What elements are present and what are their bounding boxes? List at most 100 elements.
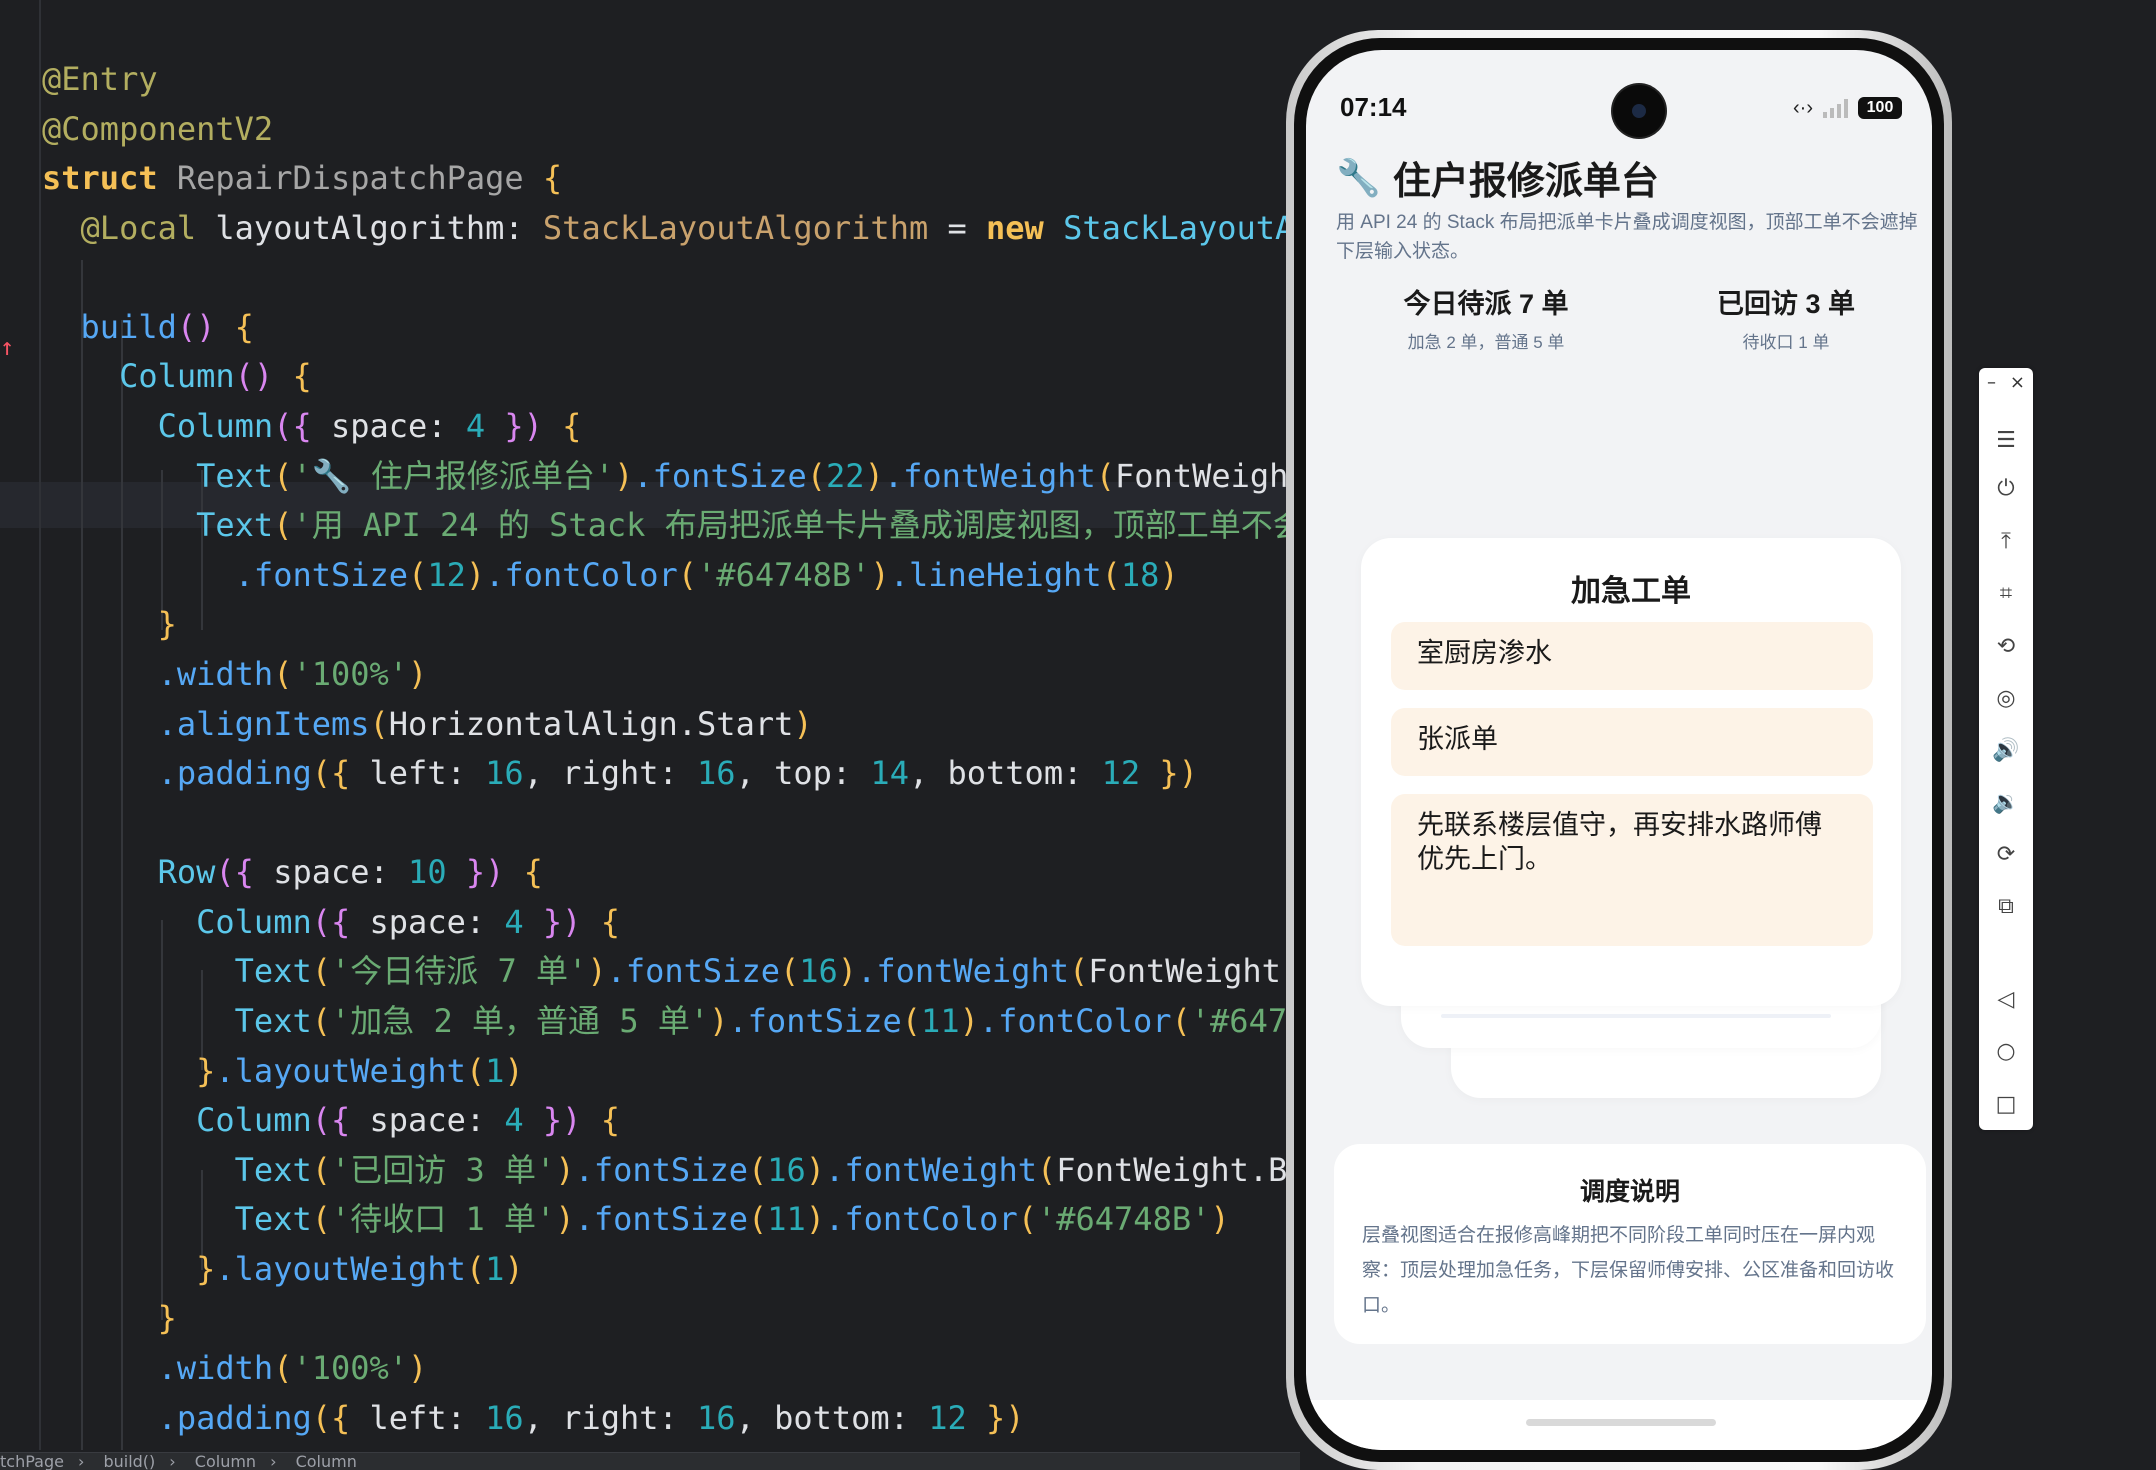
code-line[interactable]: } — [42, 600, 177, 650]
code-line[interactable]: build() { — [42, 303, 254, 353]
code-token: , right: — [523, 1399, 698, 1437]
phone-screen[interactable]: 07:14 ‹·› 100 🔧 住户报修派单台 用 API 24 的 Stack… — [1306, 50, 1932, 1450]
code-token: @ComponentV2 — [42, 110, 274, 148]
status-icons: ‹·› 100 — [1793, 96, 1902, 120]
code-token: } — [196, 1052, 216, 1090]
home-indicator[interactable] — [1526, 1419, 1716, 1426]
code-token: }) — [542, 903, 582, 941]
code-line[interactable]: .width('100%') — [42, 1344, 428, 1394]
code-token: ({ — [273, 407, 312, 445]
code-line[interactable]: Text('用 API 24 的 Stack 布局把派单卡片叠成调度视图，顶部工… — [42, 501, 1300, 551]
rotate-icon[interactable]: ⟲ — [1979, 626, 2033, 666]
code-token: .fontWeight — [825, 1151, 1037, 1189]
code-line[interactable]: }.layoutWeight(1) — [42, 1245, 524, 1295]
breadcrumb-item[interactable]: build() — [103, 1453, 155, 1470]
code-editor[interactable]: ↑ } @Entry @ComponentV2 struct RepairDispat… — [0, 0, 1300, 1470]
code-line[interactable]: Text('待收口 1 单').fontSize(11).fontColor('… — [42, 1195, 1230, 1245]
status-time: 07:14 — [1340, 92, 1407, 122]
code-token: '今日待派 7 单' — [330, 952, 588, 990]
code-token: FontWeight.Bold — [1088, 952, 1300, 990]
volume-down-icon[interactable]: 🔉 — [1979, 782, 2033, 822]
code-line[interactable]: Text('今日待派 7 单').fontSize(16).fontWeight… — [42, 947, 1300, 997]
emulator-toolbar: – × ☰ ⏻ ⤒ ⌗ ⟲ ◎ 🔊 🔉 ⟳ ⧉ ◁ ○ □ — [1979, 368, 2033, 1130]
code-line[interactable]: Column({ space: 4 }) { — [42, 402, 582, 452]
volume-up-icon[interactable]: 🔊 — [1979, 731, 2033, 771]
code-token: space: — [350, 1101, 505, 1139]
room-input[interactable]: 室厨房渗水 — [1391, 622, 1873, 690]
code-line[interactable]: } — [42, 0, 61, 6]
code-line[interactable]: .alignItems(HorizontalAlign.Start) — [42, 700, 813, 750]
code-token: 4 — [504, 903, 524, 941]
code-token: FontWeight.Bo — [1115, 457, 1300, 495]
close-button[interactable]: × — [2010, 372, 2025, 396]
code-line[interactable]: Column({ space: 4 }) { — [42, 898, 620, 948]
code-line[interactable]: }.layoutWeight(1) — [42, 1047, 524, 1097]
code-line[interactable]: Column({ space: 4 }) { — [42, 1096, 620, 1146]
code-token: }) — [465, 853, 505, 891]
code-token: ( — [273, 1349, 293, 1387]
code-line[interactable]: Text('加急 2 单，普通 5 单').fontSize(11).fontC… — [42, 997, 1300, 1047]
code-line[interactable]: @Entry — [42, 55, 158, 105]
code-token: .fontSize — [633, 457, 807, 495]
screenshot-icon[interactable]: ⧉ — [1979, 887, 2033, 927]
code-line[interactable]: Text('🔧 住户报修派单台').fontSize(22).fontWeigh… — [42, 452, 1300, 502]
code-token: ( — [677, 556, 698, 594]
breadcrumb-item[interactable]: tchPage — [0, 1453, 64, 1470]
code-line[interactable]: struct RepairDispatchPage { — [42, 154, 562, 204]
code-token: ({ — [311, 1399, 351, 1437]
dispatcher-input[interactable]: 张派单 — [1391, 708, 1873, 776]
code-line[interactable]: Row({ space: 10 }) { — [42, 848, 543, 898]
code-token: space: — [253, 853, 409, 891]
breadcrumb-item[interactable]: Column — [296, 1453, 357, 1470]
code-line[interactable]: .padding({ left: 16, right: 16, top: 14,… — [42, 749, 1198, 799]
code-token: '#64748B' — [697, 556, 871, 594]
location-icon[interactable]: ◎ — [1979, 679, 2033, 719]
code-line[interactable]: Text('已回访 3 单').fontSize(16).fontWeight(… — [42, 1146, 1300, 1196]
dispatch-note-textarea[interactable]: 先联系楼层值守，再安排水路师傅优先上门。 — [1391, 794, 1873, 946]
stat-title: 今日待派 7 单 — [1403, 289, 1569, 319]
code-line[interactable]: @Local layoutAlgorithm: StackLayoutAlgor… — [42, 204, 1300, 254]
minimize-button[interactable]: – — [1987, 372, 1996, 396]
battery-icon: 100 — [1858, 97, 1902, 119]
menu-icon[interactable]: ☰ — [1979, 420, 2033, 460]
code-token: ( — [311, 1002, 331, 1040]
code-token: 22 — [826, 457, 865, 495]
home-icon[interactable]: ○ — [1979, 1032, 2033, 1072]
breadcrumb-item[interactable]: Column — [195, 1453, 256, 1470]
code-token: ) — [504, 1250, 524, 1288]
power-icon[interactable]: ⏻ — [1979, 469, 2033, 509]
code-line[interactable]: @ComponentV2 — [42, 105, 273, 155]
code-token: , bottom: — [735, 1399, 929, 1437]
code-token: left: — [350, 1399, 486, 1437]
code-line[interactable]: Column() { — [42, 352, 312, 402]
upload-icon[interactable]: ⤒ — [1979, 521, 2033, 561]
code-token: ({ — [311, 1101, 351, 1139]
code-token: '#64748B' — [1190, 1002, 1300, 1040]
code-token: '加急 2 单，普通 5 单' — [330, 1002, 710, 1040]
code-token: { — [542, 159, 563, 197]
code-token: 4 — [504, 1101, 524, 1139]
code-token: Column — [196, 903, 312, 941]
code-line[interactable]: } — [42, 1294, 177, 1344]
code-token: ) — [709, 1002, 729, 1040]
code-token: ({ — [215, 853, 254, 891]
crop-icon[interactable]: ⌗ — [1979, 574, 2033, 614]
code-line[interactable]: .width('100%') — [42, 650, 428, 700]
code-line[interactable]: .fontSize(12).fontColor('#64748B').lineH… — [42, 551, 1179, 601]
note-body: 层叠视图适合在报修高峰期把不同阶段工单同时压在一屏内观察：顶层处理加急任务，下层… — [1362, 1225, 1895, 1316]
code-token: { — [600, 903, 620, 941]
back-icon[interactable]: ◁ — [1979, 979, 2033, 1019]
code-token: Text — [234, 1151, 312, 1189]
shake-icon[interactable]: ⟳ — [1979, 834, 2033, 874]
code-line[interactable]: .padding({ left: 16, right: 16, bottom: … — [42, 1394, 1025, 1444]
code-token: ( — [1068, 952, 1089, 990]
recents-icon[interactable]: □ — [1979, 1084, 2033, 1124]
code-token: .fontColor — [825, 1200, 1018, 1238]
